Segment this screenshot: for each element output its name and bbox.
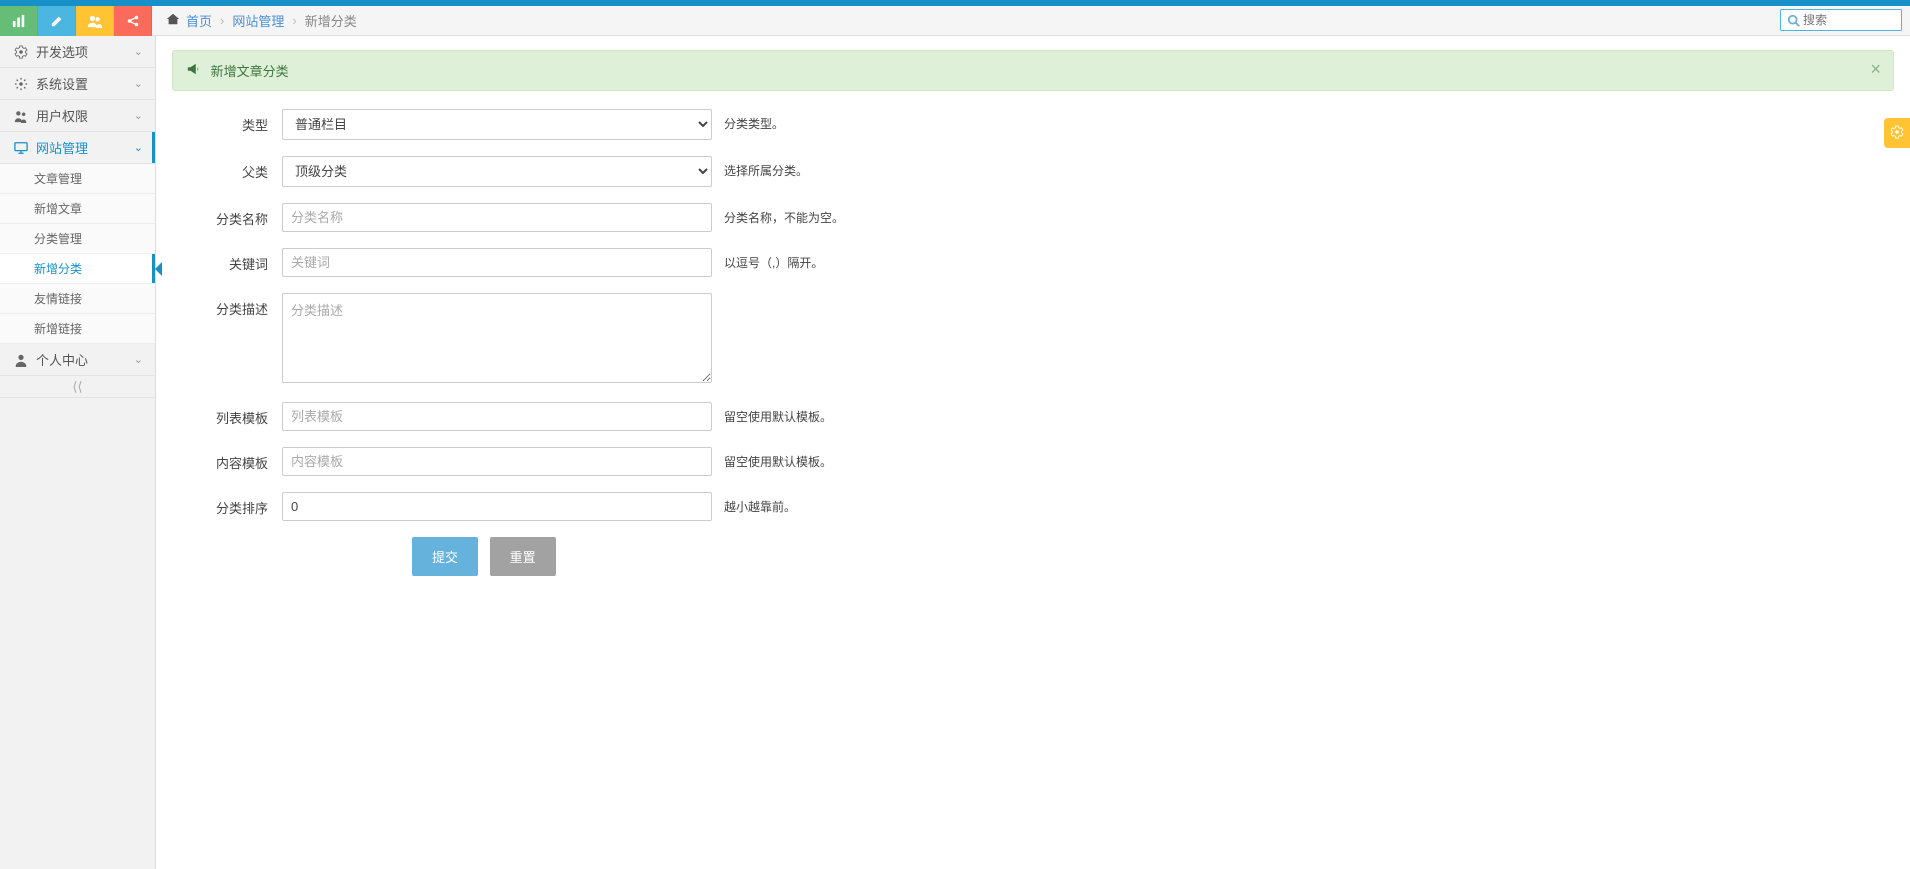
breadcrumb-sep-2: ›: [292, 13, 296, 28]
main-content: 新增文章分类 × 类型 普通栏目 分类类型。 父类 顶级分类: [156, 36, 1910, 869]
gear-icon: [12, 77, 30, 91]
search-wrap: [1780, 9, 1902, 31]
submenu-category-manage[interactable]: 分类管理: [0, 224, 155, 254]
bullhorn-icon: [187, 64, 205, 79]
chevron-left-circle-icon: ⟨⟨: [72, 379, 82, 395]
search-icon: [1787, 14, 1801, 31]
sidebar-item-label: 网站管理: [36, 138, 88, 157]
gear-icon: [1890, 125, 1904, 142]
alert-success: 新增文章分类 ×: [172, 50, 1894, 91]
header: 首页 › 网站管理 › 新增分类: [0, 6, 1910, 36]
sidebar-submenu-site: 文章管理 新增文章 分类管理 新增分类 友情链接 新增链接: [0, 164, 155, 344]
sidebar-item-label: 用户权限: [36, 106, 88, 125]
label-cont-tpl: 内容模板: [172, 447, 282, 472]
submenu-link-add[interactable]: 新增链接: [0, 314, 155, 344]
help-type: 分类类型。: [712, 109, 784, 132]
sidebar-item-users[interactable]: 用户权限 ⌄: [0, 100, 155, 132]
monitor-icon: [12, 141, 30, 155]
chevron-down-icon: ⌄: [134, 109, 143, 122]
gear-icon: [12, 45, 30, 59]
sidebar-item-system[interactable]: 系统设置 ⌄: [0, 68, 155, 100]
alert-close[interactable]: ×: [1870, 59, 1881, 80]
label-keywords: 关键词: [172, 248, 282, 273]
label-desc: 分类描述: [172, 293, 282, 318]
pencil-icon: [50, 14, 64, 28]
input-sort[interactable]: [282, 492, 712, 521]
sidebar-item-label: 个人中心: [36, 350, 88, 369]
sidebar: 开发选项 ⌄ 系统设置 ⌄ 用户权限 ⌄ 网站管理 ⌄ 文章管理 新增文章 分类…: [0, 36, 156, 869]
sidebar-item-label: 系统设置: [36, 74, 88, 93]
users-icon: [88, 14, 102, 28]
help-parent: 选择所属分类。: [712, 156, 808, 179]
header-btn-share[interactable]: [114, 6, 152, 36]
chevron-down-icon: ⌄: [134, 141, 143, 154]
select-type[interactable]: 普通栏目: [282, 109, 712, 140]
input-keywords[interactable]: [282, 248, 712, 277]
label-parent: 父类: [172, 156, 282, 181]
input-name[interactable]: [282, 203, 712, 232]
chevron-down-icon: ⌄: [134, 77, 143, 90]
input-list-tpl[interactable]: [282, 402, 712, 431]
label-name: 分类名称: [172, 203, 282, 228]
select-parent[interactable]: 顶级分类: [282, 156, 712, 187]
help-list-tpl: 留空使用默认模板。: [712, 402, 832, 425]
submenu-article-add[interactable]: 新增文章: [0, 194, 155, 224]
breadcrumb-current: 新增分类: [305, 11, 357, 30]
home-icon: [166, 12, 180, 29]
header-btn-chart[interactable]: [0, 6, 38, 36]
help-name: 分类名称，不能为空。: [712, 203, 844, 226]
textarea-desc[interactable]: [282, 293, 712, 383]
alert-text: 新增文章分类: [211, 64, 289, 79]
header-color-buttons: [0, 6, 152, 36]
submenu-friendlink[interactable]: 友情链接: [0, 284, 155, 314]
breadcrumb-home[interactable]: 首页: [186, 11, 212, 30]
submenu-article-manage[interactable]: 文章管理: [0, 164, 155, 194]
help-desc: [712, 293, 724, 299]
user-icon: [12, 353, 30, 367]
submit-button[interactable]: 提交: [412, 537, 478, 576]
label-sort: 分类排序: [172, 492, 282, 517]
sidebar-item-profile[interactable]: 个人中心 ⌄: [0, 344, 155, 376]
sidebar-item-dev[interactable]: 开发选项 ⌄: [0, 36, 155, 68]
header-btn-edit[interactable]: [38, 6, 76, 36]
help-sort: 越小越靠前。: [712, 492, 796, 515]
category-form: 类型 普通栏目 分类类型。 父类 顶级分类 选择所属分类。 分类名称: [172, 109, 1072, 576]
sidebar-collapse[interactable]: ⟨⟨: [0, 376, 155, 398]
breadcrumb-site[interactable]: 网站管理: [232, 11, 284, 30]
bar-chart-icon: [12, 14, 26, 28]
label-list-tpl: 列表模板: [172, 402, 282, 427]
label-type: 类型: [172, 109, 282, 134]
help-keywords: 以逗号（,）隔开。: [712, 248, 823, 271]
chevron-down-icon: ⌄: [134, 45, 143, 58]
submenu-category-add[interactable]: 新增分类: [0, 254, 155, 284]
header-btn-users[interactable]: [76, 6, 114, 36]
help-cont-tpl: 留空使用默认模板。: [712, 447, 832, 470]
chevron-down-icon: ⌄: [134, 353, 143, 366]
reset-button[interactable]: 重置: [490, 537, 556, 576]
breadcrumb-sep-1: ›: [220, 13, 224, 28]
sidebar-item-label: 开发选项: [36, 42, 88, 61]
input-cont-tpl[interactable]: [282, 447, 712, 476]
sidebar-item-site[interactable]: 网站管理 ⌄: [0, 132, 155, 164]
share-icon: [126, 14, 140, 28]
breadcrumb: 首页 › 网站管理 › 新增分类: [152, 11, 357, 30]
users-icon: [12, 109, 30, 123]
settings-fab[interactable]: [1884, 118, 1910, 148]
